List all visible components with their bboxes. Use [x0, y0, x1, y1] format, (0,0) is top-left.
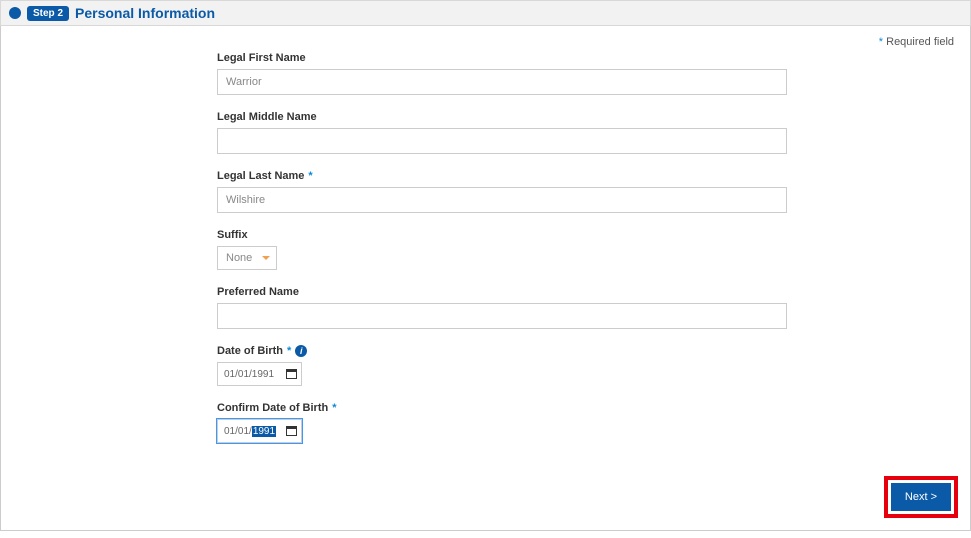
- dob-label: Date of Birth * i: [217, 345, 787, 357]
- next-button[interactable]: Next >: [891, 483, 951, 511]
- first-name-input[interactable]: [217, 69, 787, 95]
- page-title: Personal Information: [75, 5, 215, 21]
- required-star-icon: *: [879, 36, 883, 48]
- required-star-icon: *: [332, 402, 336, 414]
- confirm-dob-label: Confirm Date of Birth *: [217, 402, 787, 414]
- preferred-name-input[interactable]: [217, 303, 787, 329]
- last-name-input[interactable]: [217, 187, 787, 213]
- next-button-highlight: Next >: [884, 476, 958, 518]
- required-star-icon: *: [308, 170, 312, 182]
- step-badge: Step 2: [27, 6, 69, 21]
- first-name-group: Legal First Name: [217, 52, 787, 95]
- step-dot-icon: [9, 7, 21, 19]
- suffix-select[interactable]: None: [217, 246, 277, 270]
- suffix-label: Suffix: [217, 229, 787, 241]
- info-icon[interactable]: i: [295, 345, 307, 357]
- first-name-label: Legal First Name: [217, 52, 787, 64]
- required-star-icon: *: [287, 345, 291, 357]
- confirm-dob-group: Confirm Date of Birth * 01/01/1991: [217, 402, 787, 443]
- form-area: Legal First Name Legal Middle Name Legal…: [217, 52, 787, 443]
- middle-name-group: Legal Middle Name: [217, 111, 787, 154]
- preferred-name-group: Preferred Name: [217, 286, 787, 329]
- preferred-name-label: Preferred Name: [217, 286, 787, 298]
- suffix-group: Suffix None: [217, 229, 787, 270]
- confirm-dob-input[interactable]: 01/01/1991: [217, 419, 302, 443]
- form-panel: * Required field Legal First Name Legal …: [0, 26, 971, 531]
- dob-group: Date of Birth * i 01/01/1991: [217, 345, 787, 386]
- calendar-icon: [286, 426, 297, 436]
- middle-name-input[interactable]: [217, 128, 787, 154]
- middle-name-label: Legal Middle Name: [217, 111, 787, 123]
- calendar-icon: [286, 369, 297, 379]
- last-name-label: Legal Last Name *: [217, 170, 787, 182]
- dob-input[interactable]: 01/01/1991: [217, 362, 302, 386]
- required-field-note: * Required field: [17, 36, 954, 48]
- chevron-down-icon: [262, 256, 270, 260]
- year-selection: 1991: [252, 426, 276, 437]
- step-header: Step 2 Personal Information: [0, 0, 971, 26]
- last-name-group: Legal Last Name *: [217, 170, 787, 213]
